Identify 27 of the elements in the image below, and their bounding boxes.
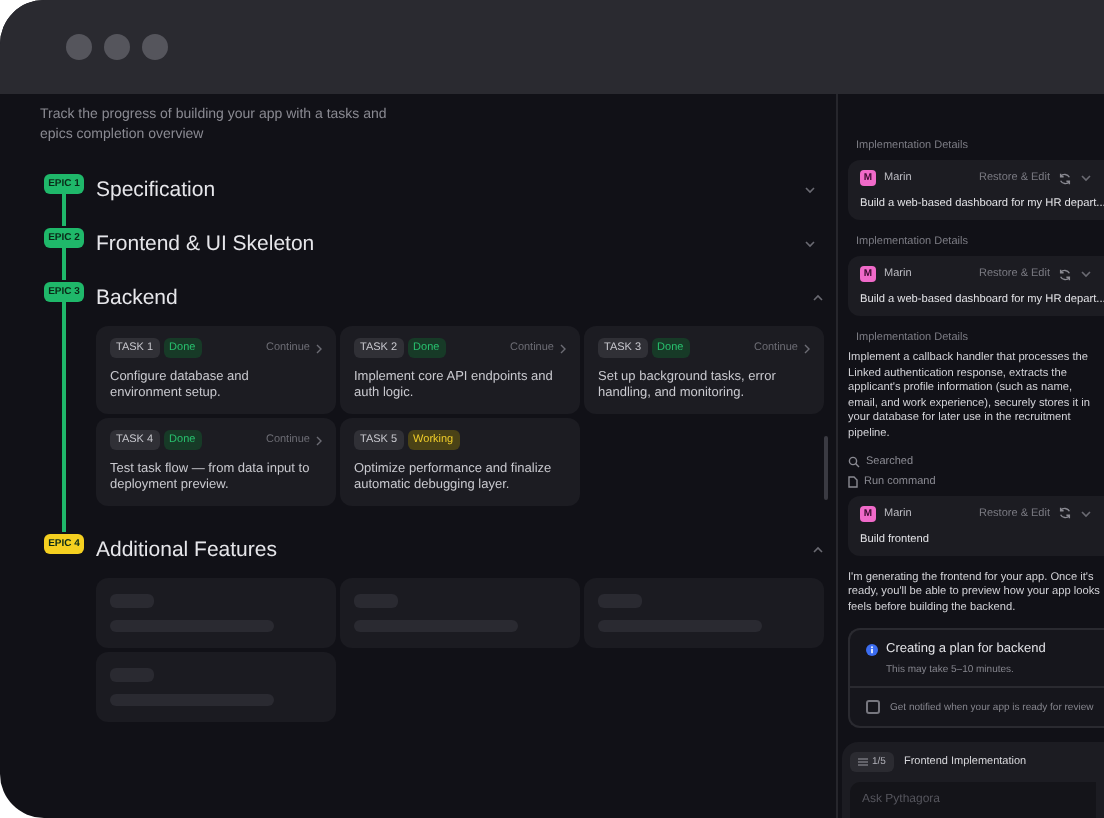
refresh-icon[interactable] (1058, 506, 1072, 521)
window-control[interactable] (66, 34, 92, 60)
chevron-up-icon[interactable] (812, 294, 824, 302)
epic-title: Additional Features (96, 538, 277, 562)
search-icon (848, 455, 860, 468)
epic-title: Backend (96, 286, 178, 310)
chevron-right-icon (316, 343, 322, 353)
chevron-right-icon (560, 343, 566, 353)
chevron-down-icon[interactable] (1080, 174, 1092, 182)
chevron-down-icon[interactable] (804, 240, 816, 248)
chevron-down-icon[interactable] (804, 186, 816, 194)
scrollbar-thumb[interactable] (824, 436, 828, 500)
chevron-right-icon (804, 343, 810, 353)
epic-title: Specification (96, 178, 216, 202)
checkbox[interactable] (866, 700, 880, 715)
info-icon (866, 643, 878, 656)
list-icon (858, 758, 868, 766)
chevron-down-icon[interactable] (1080, 270, 1092, 278)
epic-title: Frontend & UI Skeleton (96, 232, 315, 256)
chevron-up-icon[interactable] (812, 546, 824, 554)
chevron-right-icon (316, 435, 322, 445)
refresh-icon[interactable] (1058, 267, 1072, 281)
refresh-icon[interactable] (1058, 171, 1072, 185)
window-control[interactable] (142, 34, 168, 60)
file-icon (848, 475, 858, 488)
chevron-down-icon[interactable] (1080, 509, 1092, 518)
window-control[interactable] (104, 34, 130, 60)
